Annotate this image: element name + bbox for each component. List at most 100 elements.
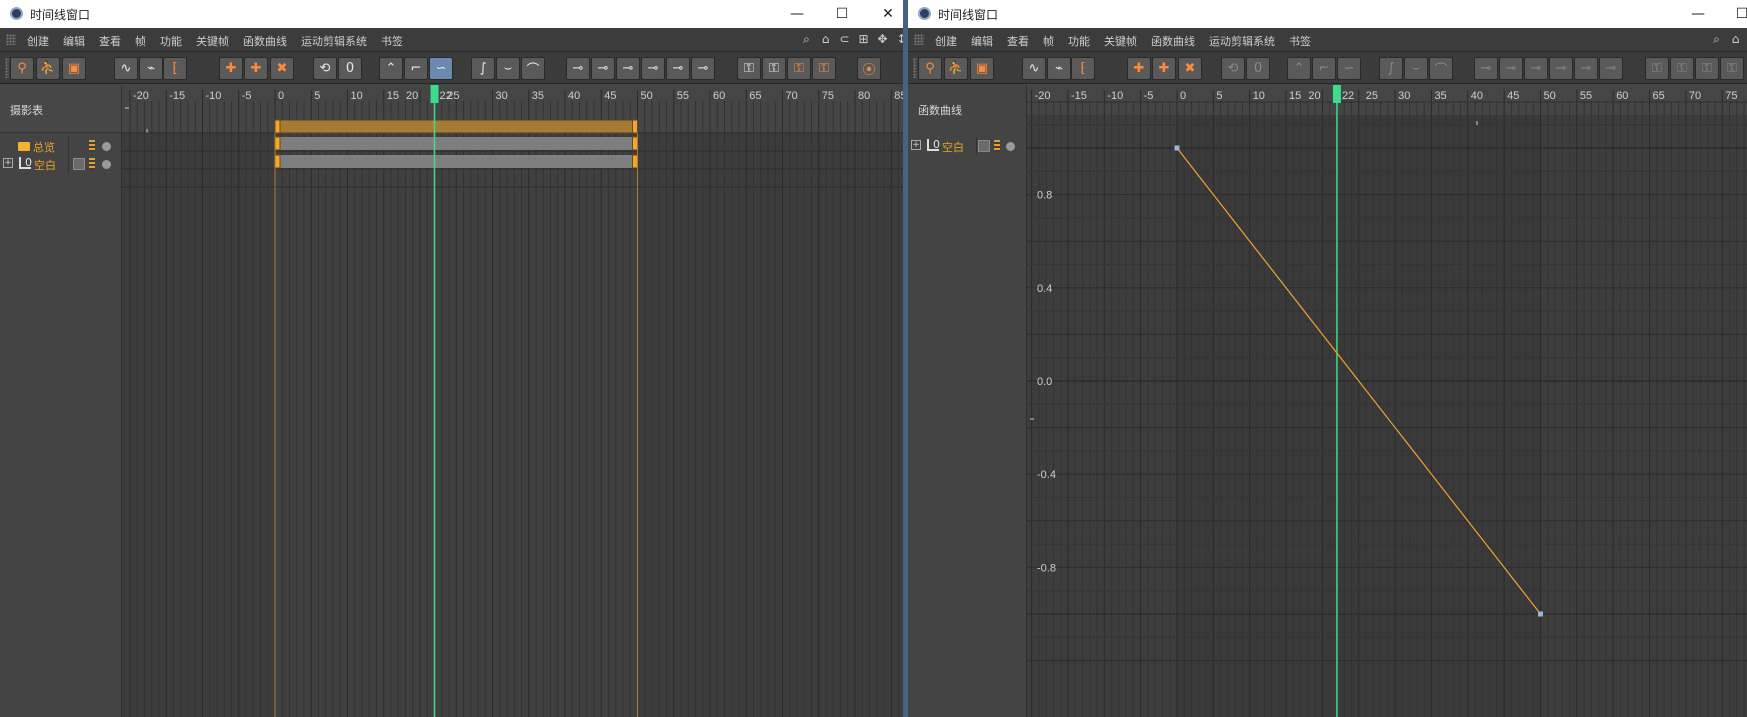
tangent1-icon[interactable]: ⊸ xyxy=(1474,57,1498,80)
lock3-icon[interactable]: ⚿ xyxy=(787,57,811,80)
menu-item-3[interactable]: 帧 xyxy=(128,33,153,49)
menu-item-1[interactable]: 编辑 xyxy=(964,33,1000,49)
fit-icon[interactable]: ⊞ xyxy=(856,32,871,47)
wave-icon[interactable]: ∿ xyxy=(1022,57,1046,80)
add-key-icon[interactable]: ✚ xyxy=(1127,57,1151,80)
home-icon[interactable]: ⌂ xyxy=(1728,32,1743,47)
search-icon[interactable]: ⌕ xyxy=(799,32,814,47)
menu-item-6[interactable]: 函数曲线 xyxy=(1144,33,1202,49)
tangent2-icon[interactable]: ⊸ xyxy=(1499,57,1523,80)
tangent2-icon[interactable]: ⊸ xyxy=(591,57,615,80)
step-icon[interactable]: ⌐ xyxy=(1312,57,1336,80)
lock4-icon[interactable]: ⚿ xyxy=(1720,57,1744,80)
link-icon[interactable]: ⊂ xyxy=(837,32,852,47)
lock2-icon[interactable]: ⚿ xyxy=(762,57,786,80)
zero-icon[interactable]: 0 xyxy=(1246,57,1270,80)
peak-icon[interactable]: ⌃ xyxy=(1287,57,1311,80)
menu-item-7[interactable]: 运动剪辑系统 xyxy=(1202,33,1282,49)
lock1-icon[interactable]: ⚿ xyxy=(737,57,761,80)
ease-out-icon[interactable]: ⌒ xyxy=(1429,57,1453,80)
lock1-icon[interactable]: ⚿ xyxy=(1645,57,1669,80)
add-key-icon[interactable]: ✚ xyxy=(219,57,243,80)
key-icon[interactable]: ⚲ xyxy=(10,57,34,80)
lock2-icon[interactable]: ⚿ xyxy=(1670,57,1694,80)
smooth-icon[interactable]: ∽ xyxy=(1337,57,1361,80)
close-icon[interactable]: ✕ xyxy=(876,4,900,24)
expand-icon[interactable]: + xyxy=(3,158,13,168)
menu-item-6[interactable]: 函数曲线 xyxy=(236,33,294,49)
menu-item-5[interactable]: 关键帧 xyxy=(189,33,236,49)
film-icon[interactable]: ▣ xyxy=(970,57,994,80)
menu-item-5[interactable]: 关键帧 xyxy=(1097,33,1144,49)
run-icon[interactable]: ⛹ xyxy=(36,57,60,80)
menu-item-0[interactable]: 创建 xyxy=(928,33,964,49)
dopesheet-area[interactable]: -20 -15 -10 -5 0 5 10 15 20 25 30 35 40 45 50 55 60 65 70 7… xyxy=(122,85,905,717)
menu-item-2[interactable]: 查看 xyxy=(1000,33,1036,49)
fcurve-area[interactable]: -20 -15 -10 -5 0 5 10 15 20 25 30 35 40 45 50 55 60 65 70 7… xyxy=(1027,85,1747,717)
peak-icon[interactable]: ⌃ xyxy=(379,57,403,80)
lock3-icon[interactable]: ⚿ xyxy=(1695,57,1719,80)
move-icon[interactable]: ✥ xyxy=(875,32,890,47)
track-mode-icon[interactable] xyxy=(89,158,95,170)
menu-item-8[interactable]: 书签 xyxy=(1282,33,1318,49)
minimize-icon[interactable]: — xyxy=(785,4,809,24)
snap-icon[interactable]: ⟲ xyxy=(313,57,337,80)
remove-key-icon[interactable]: ✖ xyxy=(270,57,294,80)
tangent3-icon[interactable]: ⊸ xyxy=(1524,57,1548,80)
track-row-empty[interactable]: + 0 空白 xyxy=(0,155,121,173)
menu-item-0[interactable]: 创建 xyxy=(20,33,56,49)
tangent4-icon[interactable]: ⊸ xyxy=(1549,57,1573,80)
wave2-icon[interactable]: ⌁ xyxy=(139,57,163,80)
menu-item-1[interactable]: 编辑 xyxy=(56,33,92,49)
tangent6-icon[interactable]: ⊸ xyxy=(1599,57,1623,80)
menu-item-4[interactable]: 功能 xyxy=(153,33,189,49)
tangent4-icon[interactable]: ⊸ xyxy=(641,57,665,80)
home-icon[interactable]: ⌂ xyxy=(818,32,833,47)
solo-dot-icon[interactable] xyxy=(102,142,111,151)
ease-in-icon[interactable]: ⌣ xyxy=(1404,57,1428,80)
wave-icon[interactable]: ∿ xyxy=(114,57,138,80)
maximize-icon[interactable]: ☐ xyxy=(1730,4,1747,24)
track-mode-icon[interactable] xyxy=(994,140,1000,152)
run-icon[interactable]: ⛹ xyxy=(944,57,968,80)
menu-item-7[interactable]: 运动剪辑系统 xyxy=(294,33,374,49)
step-icon[interactable]: ⌐ xyxy=(404,57,428,80)
ease-icon[interactable]: ∫ xyxy=(471,57,495,80)
layer-icon[interactable] xyxy=(978,140,990,152)
solo-dot-icon[interactable] xyxy=(1006,142,1015,151)
lock4-icon[interactable]: ⚿ xyxy=(812,57,836,80)
track-row-empty[interactable]: + 0 空白 xyxy=(908,137,1026,155)
track-row-overview[interactable]: 总览 xyxy=(0,137,121,155)
bracket-icon[interactable]: ⁅ xyxy=(163,57,187,80)
ease-out-icon[interactable]: ⌒ xyxy=(521,57,545,80)
layer-icon[interactable] xyxy=(73,158,85,170)
add-keys-icon[interactable]: ✚ xyxy=(244,57,268,80)
ease-icon[interactable]: ∫ xyxy=(1379,57,1403,80)
tangent6-icon[interactable]: ⊸ xyxy=(691,57,715,80)
expand-icon[interactable]: + xyxy=(911,140,921,150)
menu-item-8[interactable]: 书签 xyxy=(374,33,410,49)
minimize-icon[interactable]: — xyxy=(1686,4,1710,24)
smooth-icon[interactable]: ∽ xyxy=(429,57,453,80)
remove-key-icon[interactable]: ✖ xyxy=(1178,57,1202,80)
key-icon[interactable]: ⚲ xyxy=(918,57,942,80)
tangent1-icon[interactable]: ⊸ xyxy=(566,57,590,80)
dopesheet-canvas[interactable]: -20 -15 -10 -5 0 5 10 15 20 25 30 35 40 45 50 55 60 65 70 7… xyxy=(122,85,905,717)
maximize-icon[interactable]: ☐ xyxy=(830,4,854,24)
add-keys-icon[interactable]: ✚ xyxy=(1152,57,1176,80)
menu-item-2[interactable]: 查看 xyxy=(92,33,128,49)
record-icon[interactable]: ⦿ xyxy=(857,57,881,80)
wave2-icon[interactable]: ⌁ xyxy=(1047,57,1071,80)
snap-icon[interactable]: ⟲ xyxy=(1221,57,1245,80)
film-icon[interactable]: ▣ xyxy=(62,57,86,80)
tangent3-icon[interactable]: ⊸ xyxy=(616,57,640,80)
tangent5-icon[interactable]: ⊸ xyxy=(666,57,690,80)
solo-dot-icon[interactable] xyxy=(102,160,111,169)
zero-icon[interactable]: 0 xyxy=(338,57,362,80)
bracket-icon[interactable]: ⁅ xyxy=(1071,57,1095,80)
track-mode-icon[interactable] xyxy=(89,140,95,152)
fcurve-canvas[interactable]: -20 -15 -10 -5 0 5 10 15 20 25 30 35 40 45 50 55 60 65 70 7… xyxy=(1027,85,1747,717)
menu-item-3[interactable]: 帧 xyxy=(1036,33,1061,49)
search-icon[interactable]: ⌕ xyxy=(1709,32,1724,47)
ease-in-icon[interactable]: ⌣ xyxy=(496,57,520,80)
